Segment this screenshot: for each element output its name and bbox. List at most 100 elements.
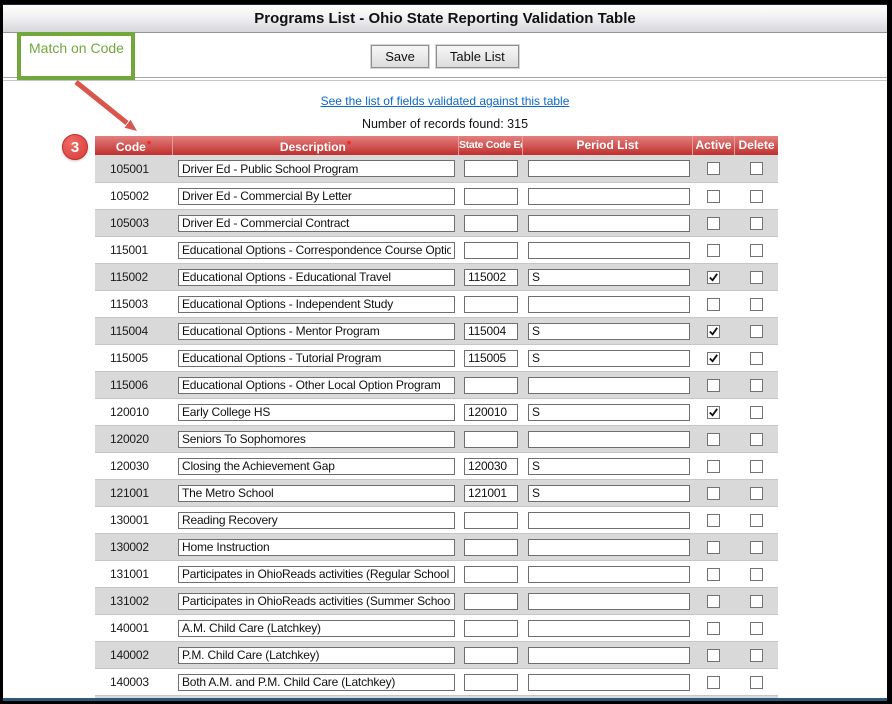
period-list-input[interactable]: [528, 566, 690, 583]
delete-checkbox[interactable]: [750, 460, 763, 473]
state-code-input[interactable]: [464, 431, 518, 448]
state-code-input[interactable]: [464, 323, 518, 340]
active-checkbox[interactable]: [707, 325, 720, 338]
active-checkbox[interactable]: [707, 352, 720, 365]
state-code-input[interactable]: [464, 377, 518, 394]
period-list-input[interactable]: [528, 404, 690, 421]
delete-checkbox[interactable]: [750, 649, 763, 662]
state-code-input[interactable]: [464, 404, 518, 421]
period-list-input[interactable]: [528, 512, 690, 529]
delete-checkbox[interactable]: [750, 406, 763, 419]
description-input[interactable]: [178, 674, 455, 691]
state-code-input[interactable]: [464, 593, 518, 610]
description-input[interactable]: [178, 512, 455, 529]
active-checkbox[interactable]: [707, 568, 720, 581]
delete-checkbox[interactable]: [750, 162, 763, 175]
delete-checkbox[interactable]: [750, 433, 763, 446]
period-list-input[interactable]: [528, 647, 690, 664]
description-input[interactable]: [178, 620, 455, 637]
period-list-input[interactable]: [528, 242, 690, 259]
state-code-input[interactable]: [464, 188, 518, 205]
state-code-input[interactable]: [464, 620, 518, 637]
period-list-input[interactable]: [528, 674, 690, 691]
period-list-input[interactable]: [528, 485, 690, 502]
state-code-input[interactable]: [464, 350, 518, 367]
active-checkbox[interactable]: [707, 217, 720, 230]
delete-checkbox[interactable]: [750, 514, 763, 527]
active-checkbox[interactable]: [707, 190, 720, 203]
description-input[interactable]: [178, 458, 455, 475]
active-checkbox[interactable]: [707, 433, 720, 446]
period-list-input[interactable]: [528, 458, 690, 475]
description-input[interactable]: [178, 539, 455, 556]
active-checkbox[interactable]: [707, 298, 720, 311]
active-checkbox[interactable]: [707, 676, 720, 689]
state-code-input[interactable]: [464, 647, 518, 664]
description-input[interactable]: [178, 188, 455, 205]
active-checkbox[interactable]: [707, 379, 720, 392]
period-list-input[interactable]: [528, 188, 690, 205]
delete-checkbox[interactable]: [750, 595, 763, 608]
active-checkbox[interactable]: [707, 514, 720, 527]
description-input[interactable]: [178, 647, 455, 664]
active-checkbox[interactable]: [707, 244, 720, 257]
delete-checkbox[interactable]: [750, 352, 763, 365]
active-checkbox[interactable]: [707, 487, 720, 500]
active-checkbox[interactable]: [707, 460, 720, 473]
delete-checkbox[interactable]: [750, 487, 763, 500]
delete-checkbox[interactable]: [750, 676, 763, 689]
description-input[interactable]: [178, 160, 455, 177]
description-input[interactable]: [178, 377, 455, 394]
period-list-input[interactable]: [528, 620, 690, 637]
state-code-input[interactable]: [464, 674, 518, 691]
period-list-input[interactable]: [528, 215, 690, 232]
description-input[interactable]: [178, 431, 455, 448]
state-code-input[interactable]: [464, 269, 518, 286]
state-code-input[interactable]: [464, 458, 518, 475]
active-checkbox[interactable]: [707, 595, 720, 608]
state-code-input[interactable]: [464, 242, 518, 259]
delete-checkbox[interactable]: [750, 379, 763, 392]
period-list-input[interactable]: [528, 377, 690, 394]
state-code-input[interactable]: [464, 701, 518, 702]
active-checkbox[interactable]: [707, 406, 720, 419]
description-input[interactable]: [178, 701, 455, 702]
state-code-input[interactable]: [464, 160, 518, 177]
description-input[interactable]: [178, 215, 455, 232]
period-list-input[interactable]: [528, 539, 690, 556]
delete-checkbox[interactable]: [750, 217, 763, 230]
active-checkbox[interactable]: [707, 649, 720, 662]
period-list-input[interactable]: [528, 323, 690, 340]
description-input[interactable]: [178, 404, 455, 421]
period-list-input[interactable]: [528, 269, 690, 286]
delete-checkbox[interactable]: [750, 568, 763, 581]
state-code-input[interactable]: [464, 485, 518, 502]
description-input[interactable]: [178, 323, 455, 340]
validated-fields-link[interactable]: See the list of fields validated against…: [321, 94, 570, 108]
delete-checkbox[interactable]: [750, 622, 763, 635]
state-code-input[interactable]: [464, 215, 518, 232]
delete-checkbox[interactable]: [750, 271, 763, 284]
description-input[interactable]: [178, 485, 455, 502]
active-checkbox[interactable]: [707, 622, 720, 635]
delete-checkbox[interactable]: [750, 190, 763, 203]
period-list-input[interactable]: [528, 431, 690, 448]
delete-checkbox[interactable]: [750, 244, 763, 257]
period-list-input[interactable]: [528, 160, 690, 177]
period-list-input[interactable]: [528, 296, 690, 313]
description-input[interactable]: [178, 269, 455, 286]
state-code-input[interactable]: [464, 296, 518, 313]
state-code-input[interactable]: [464, 566, 518, 583]
active-checkbox[interactable]: [707, 271, 720, 284]
description-input[interactable]: [178, 350, 455, 367]
description-input[interactable]: [178, 566, 455, 583]
table-list-button[interactable]: Table List: [436, 45, 519, 68]
period-list-input[interactable]: [528, 350, 690, 367]
description-input[interactable]: [178, 296, 455, 313]
delete-checkbox[interactable]: [750, 325, 763, 338]
delete-checkbox[interactable]: [750, 541, 763, 554]
active-checkbox[interactable]: [707, 541, 720, 554]
state-code-input[interactable]: [464, 539, 518, 556]
state-code-input[interactable]: [464, 512, 518, 529]
active-checkbox[interactable]: [707, 162, 720, 175]
